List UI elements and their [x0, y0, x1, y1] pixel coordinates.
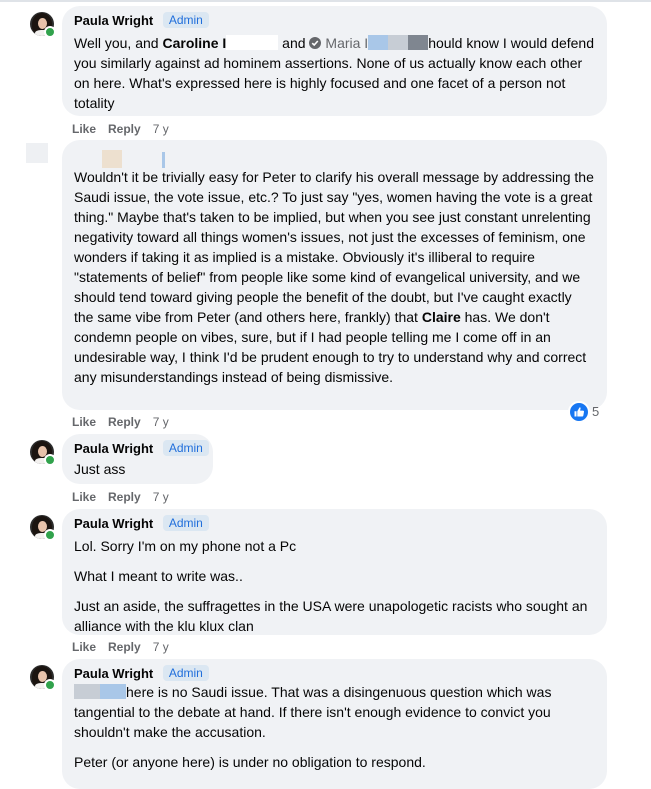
- comment-author[interactable]: Paula Wright: [74, 13, 153, 28]
- comment-time[interactable]: 7 y: [153, 415, 169, 429]
- comment-bubble: Paula Wright Admin Lol. Sorry I'm on my …: [62, 509, 607, 635]
- mention-claire[interactable]: Claire: [422, 309, 461, 325]
- like-button[interactable]: Like: [72, 415, 96, 429]
- redaction: [388, 35, 409, 50]
- comment-author[interactable]: Paula Wright: [74, 516, 153, 531]
- comment-time[interactable]: 7 y: [153, 490, 169, 504]
- redaction: [408, 35, 429, 50]
- online-indicator: [44, 26, 56, 38]
- reply-button[interactable]: Reply: [108, 640, 141, 654]
- mention-caroline[interactable]: Caroline I: [162, 35, 226, 51]
- comment-actions: Like Reply 7 y: [72, 121, 181, 137]
- comment-actions: Like Reply 7 y: [72, 489, 181, 505]
- redaction: [74, 684, 100, 699]
- reply-button[interactable]: Reply: [108, 490, 141, 504]
- comment-text: Lol. Sorry I'm on my phone not a Pc What…: [74, 538, 588, 634]
- admin-badge: Admin: [162, 12, 209, 28]
- like-button[interactable]: Like: [72, 122, 96, 136]
- admin-badge: Admin: [162, 665, 209, 681]
- redacted-avatar: [26, 143, 48, 163]
- comment-time[interactable]: 7 y: [153, 122, 169, 136]
- comment-actions: Like Reply 7 y: [72, 639, 181, 655]
- comment-actions: Like Reply 7 y: [72, 414, 181, 430]
- comment-author[interactable]: Paula Wright: [74, 666, 153, 681]
- comment-text: Wouldn't it be trivially easy for Peter …: [74, 169, 594, 385]
- reaction-count[interactable]: 5: [592, 403, 599, 421]
- comment-text: here is no Saudi issue. That was a disin…: [74, 684, 552, 770]
- online-indicator: [44, 454, 56, 466]
- like-reaction-icon[interactable]: [568, 401, 590, 423]
- online-indicator: [44, 529, 56, 541]
- verified-icon: [309, 37, 322, 49]
- admin-badge: Admin: [162, 440, 209, 456]
- top-border: [0, 0, 651, 2]
- comment-text: Just ass: [74, 461, 126, 477]
- mention-maria[interactable]: Maria I: [325, 35, 368, 51]
- comment-bubble: Wouldn't it be trivially easy for Peter …: [62, 140, 607, 410]
- admin-badge: Admin: [162, 515, 209, 531]
- comment-author[interactable]: Paula Wright: [74, 441, 153, 456]
- like-button[interactable]: Like: [72, 490, 96, 504]
- comment-bubble: Paula Wright Admin Well you, and Carolin…: [62, 6, 607, 116]
- like-button[interactable]: Like: [72, 640, 96, 654]
- redaction: [226, 35, 279, 50]
- reply-button[interactable]: Reply: [108, 415, 141, 429]
- comment-text: Well you, and Caroline I and Maria Ihoul…: [74, 35, 594, 111]
- online-indicator: [44, 679, 56, 691]
- redaction: [100, 684, 126, 699]
- comment-bubble: Paula Wright Admin here is no Saudi issu…: [62, 659, 607, 789]
- redacted-author: [74, 146, 595, 168]
- comment-bubble: Paula Wright Admin Just ass: [62, 434, 213, 484]
- reply-button[interactable]: Reply: [108, 122, 141, 136]
- redaction: [368, 35, 389, 50]
- comment-time[interactable]: 7 y: [153, 640, 169, 654]
